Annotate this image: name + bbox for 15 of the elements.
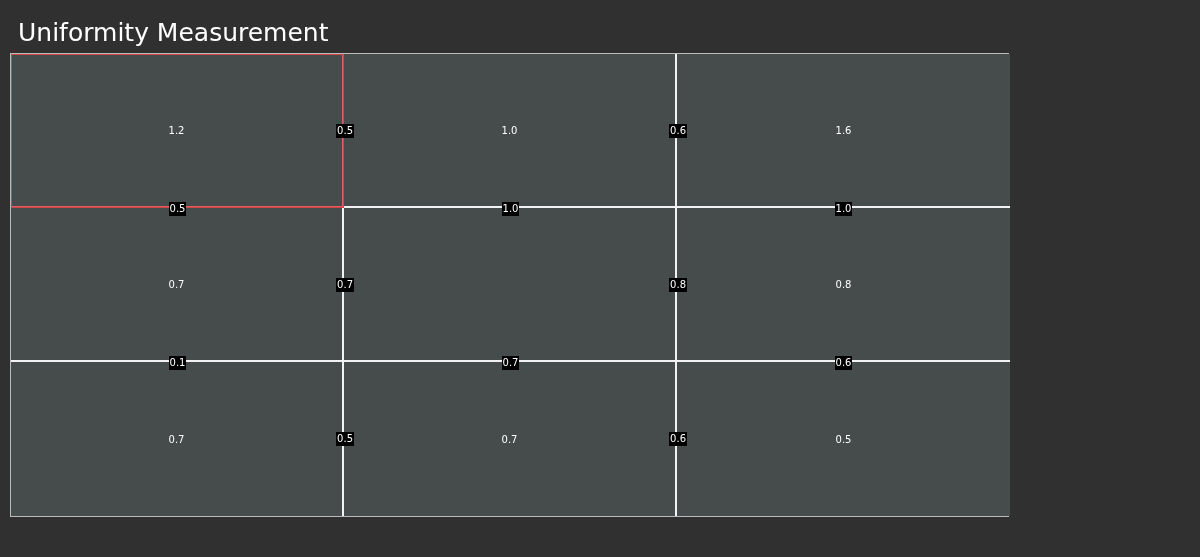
cell-value: 0.8	[835, 278, 852, 290]
cell-value: 0.5	[835, 433, 852, 445]
cell-value: 0.7	[168, 433, 185, 445]
cell-value: 0.7	[501, 433, 518, 445]
difference-label: 0.7	[336, 278, 354, 292]
cell-value: 1.2	[168, 124, 185, 136]
difference-label: 0.6	[669, 124, 687, 138]
cell-value: 1.6	[835, 124, 852, 136]
difference-label: 0.6	[669, 432, 687, 446]
cell-value: 0.7	[168, 278, 185, 290]
difference-label: 0.8	[669, 278, 687, 292]
page-title: Uniformity Measurement	[18, 17, 330, 49]
difference-label: 0.5	[336, 124, 354, 138]
cell-value: 1.0	[501, 124, 518, 136]
difference-label: 0.5	[336, 432, 354, 446]
